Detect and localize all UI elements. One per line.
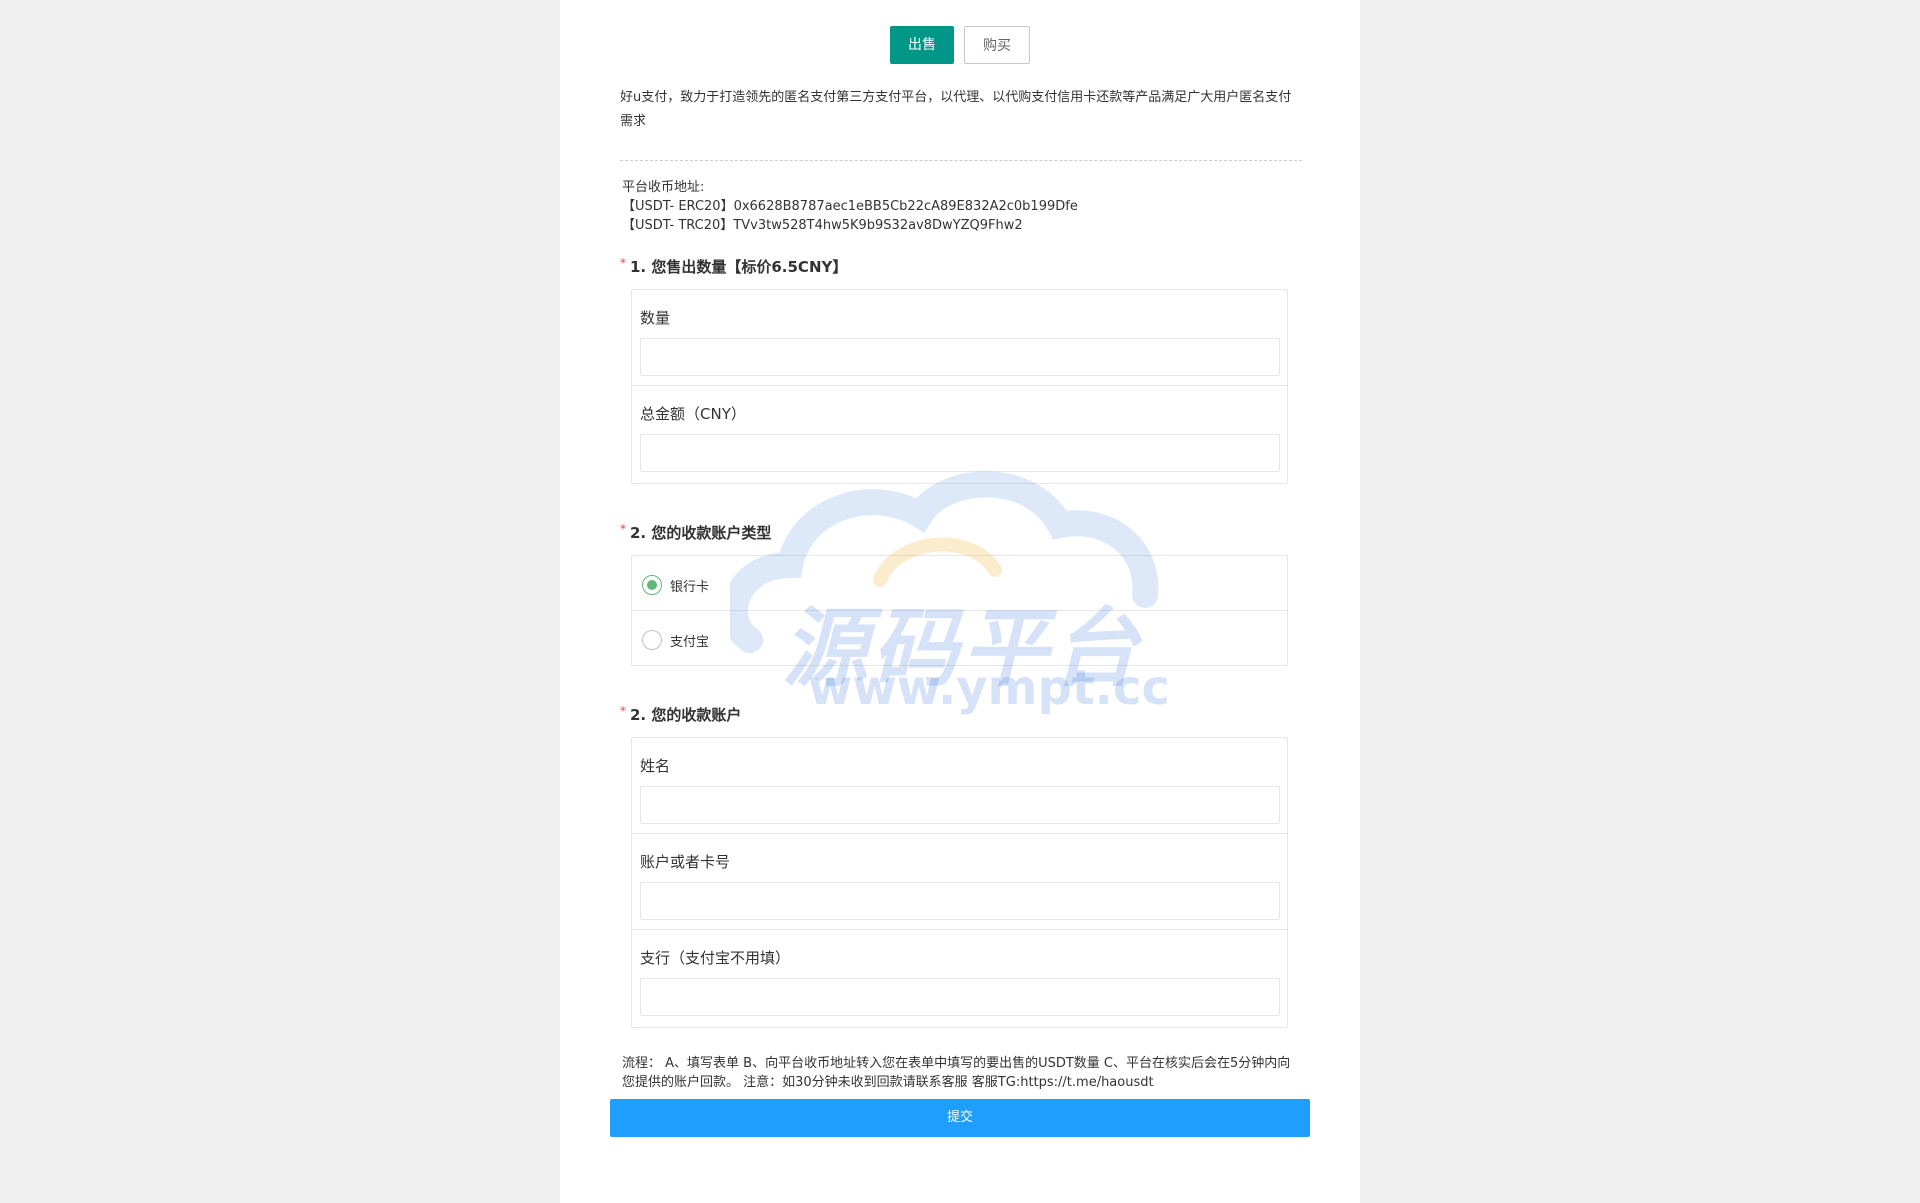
total-amount-input[interactable] (640, 434, 1280, 472)
total-amount-label: 总金额（CNY） (640, 405, 746, 423)
address-trc20: 【USDT- TRC20】TVv3tw528T4hw5K9b9S32av8DwY… (622, 218, 1023, 233)
quantity-box: 数量 总金额（CNY） (631, 289, 1288, 484)
tab-buy[interactable]: 购买 (964, 26, 1030, 64)
radio-label-alipay[interactable]: 支付宝 (670, 631, 709, 650)
page-card: 出售 购买 好u支付，致力于打造领先的匿名支付第三方支付平台，以代理、以代购支付… (560, 0, 1360, 1203)
branch-label: 支行（支付宝不用填） (640, 949, 791, 967)
section3-title-text: 2. 您的收款账户 (630, 706, 742, 724)
section2-title-text: 2. 您的收款账户类型 (630, 524, 772, 542)
platform-address: 平台收币地址: 【USDT- ERC20】0x6628B8787aec1eBB5… (622, 178, 1078, 235)
account-type-box: 银行卡 支付宝 (631, 555, 1288, 666)
branch-input[interactable] (640, 978, 1280, 1016)
intro-text: 好u支付，致力于打造领先的匿名支付第三方支付平台，以代理、以代购支付信用卡还款等… (620, 90, 1292, 129)
section1-title-text: 1. 您售出数量【标价6.5CNY】 (630, 258, 848, 276)
account-box: 姓名 账户或者卡号 支行（支付宝不用填） (631, 737, 1288, 1028)
address-erc20: 【USDT- ERC20】0x6628B8787aec1eBB5Cb22cA89… (622, 199, 1078, 214)
mode-tabs: 出售 购买 (890, 26, 1030, 64)
section3-title: * 2. 您的收款账户 (620, 704, 741, 725)
quantity-input[interactable] (640, 338, 1280, 376)
field-total-amount: 总金额（CNY） (632, 386, 1287, 482)
required-mark: * (620, 522, 626, 536)
field-quantity: 数量 (632, 290, 1287, 386)
field-account-number: 账户或者卡号 (632, 834, 1287, 930)
radio-option-alipay[interactable]: 支付宝 (632, 611, 1287, 666)
radio-checked-icon[interactable] (642, 575, 662, 595)
required-mark: * (620, 704, 626, 718)
address-label: 平台收币地址: (622, 180, 705, 195)
submit-button[interactable]: 提交 (610, 1099, 1310, 1137)
radio-label-bank[interactable]: 银行卡 (670, 576, 709, 595)
radio-option-bank[interactable]: 银行卡 (632, 556, 1287, 611)
field-name: 姓名 (632, 738, 1287, 834)
field-branch: 支行（支付宝不用填） (632, 930, 1287, 1026)
tab-sell[interactable]: 出售 (890, 26, 954, 64)
name-label: 姓名 (640, 757, 671, 775)
required-mark: * (620, 256, 626, 270)
name-input[interactable] (640, 786, 1280, 824)
account-number-input[interactable] (640, 882, 1280, 920)
account-number-label: 账户或者卡号 (640, 853, 731, 871)
process-note: 流程： A、填写表单 B、向平台收币地址转入您在表单中填写的要出售的USDT数量… (622, 1056, 1291, 1090)
section1-title: * 1. 您售出数量【标价6.5CNY】 (620, 256, 847, 277)
radio-unchecked-icon[interactable] (642, 630, 662, 650)
divider (620, 160, 1302, 161)
section2-title: * 2. 您的收款账户类型 (620, 522, 771, 543)
quantity-label: 数量 (640, 309, 671, 327)
